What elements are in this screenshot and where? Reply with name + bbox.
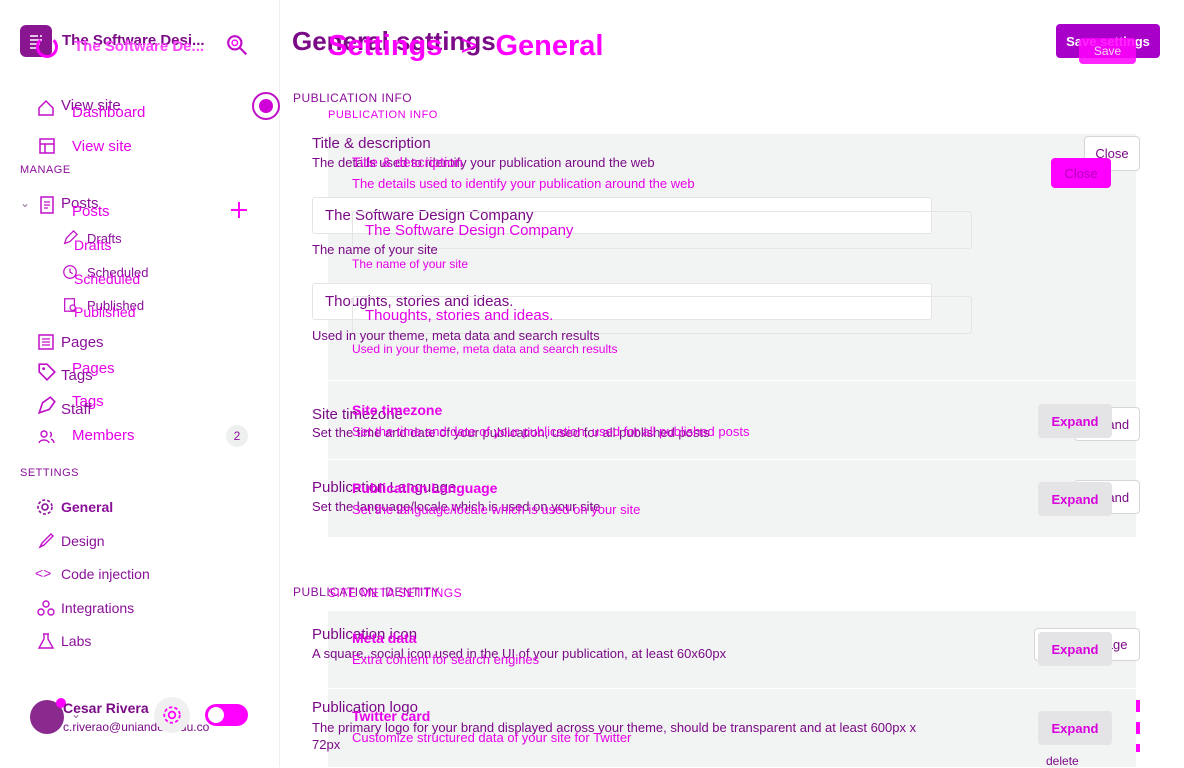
members-icon	[38, 428, 56, 446]
title-description-heading: Title & description	[312, 135, 431, 152]
general-link[interactable]: General	[61, 499, 113, 515]
code-icon: <>	[35, 565, 52, 581]
card-divider-2	[328, 459, 1136, 460]
ghost-ring-icon	[36, 36, 58, 58]
breadcrumb-parent[interactable]: Settings	[328, 30, 442, 62]
drafts-ghost-link[interactable]: Drafts	[74, 237, 111, 253]
title-description-subtitle-ghost: The details used to identify your public…	[352, 176, 695, 191]
labs-icon	[37, 632, 55, 650]
close-ghost-button[interactable]: Close	[1051, 158, 1111, 188]
twitter-expand-button[interactable]: Expand	[1038, 711, 1112, 745]
site-meta-settings-heading: SITE META SETTINGS	[328, 586, 463, 600]
language-heading-ghost: Publication Language	[352, 480, 498, 496]
language-subtitle-ghost: Set the language/locale which is used on…	[352, 502, 641, 517]
save-ghost-button[interactable]: Save	[1079, 38, 1136, 64]
title-description-heading-ghost: Title & description	[352, 154, 463, 170]
breadcrumb: Settings > General	[328, 30, 603, 63]
tags-link[interactable]: Tags	[61, 367, 93, 384]
view-site-ghost-icon	[252, 92, 280, 120]
scheduled-ghost-link[interactable]: Scheduled	[74, 271, 140, 287]
posts-icon	[38, 196, 56, 214]
labs-link[interactable]: Labs	[61, 633, 91, 649]
search-icon[interactable]	[226, 34, 248, 56]
meta-data-subtitle: Extra content for search engines	[352, 652, 540, 667]
chevron-down-icon[interactable]: ⌄	[20, 196, 30, 210]
layout-icon	[38, 137, 56, 155]
members-count-badge: 2	[226, 425, 248, 447]
plus-icon[interactable]	[229, 200, 249, 225]
site-title-input-ghost[interactable]: The Software Design Company	[352, 211, 972, 249]
integrations-link[interactable]: Integrations	[61, 600, 134, 616]
publication-info-heading: PUBLICATION INFO	[293, 91, 413, 105]
sidebar: The Software Desi... The Software De... …	[0, 0, 280, 767]
twitter-card-subtitle: Customize structured data of your site f…	[352, 730, 632, 745]
pages-icon	[37, 333, 55, 351]
posts-ghost-link[interactable]: Posts	[72, 203, 110, 220]
meta-data-expand-button[interactable]: Expand	[1038, 632, 1112, 666]
night-mode-toggle[interactable]	[205, 704, 248, 726]
design-link[interactable]: Design	[61, 533, 105, 549]
site-title-hint: The name of your site	[312, 242, 438, 257]
settings-heading: SETTINGS	[20, 467, 80, 479]
timezone-expand-ghost-button[interactable]: Expand	[1038, 404, 1112, 438]
site-name-ghost: The Software De...	[74, 38, 205, 55]
logo-preview-strip	[1136, 700, 1140, 752]
card-divider-1	[328, 380, 1136, 381]
breadcrumb-separator: >	[460, 30, 478, 62]
timezone-heading-ghost: Site timezone	[352, 402, 443, 418]
timezone-subtitle-ghost: Set the time and date of your publicatio…	[352, 424, 750, 439]
site-description-hint-ghost: Used in your theme, meta data and search…	[352, 342, 618, 356]
identity-divider	[328, 688, 1136, 689]
view-site-ghost-link[interactable]: View site	[72, 138, 132, 155]
integrations-icon	[37, 599, 55, 617]
pages-link[interactable]: Pages	[61, 334, 104, 351]
settings-gear-icon[interactable]	[154, 697, 190, 733]
tag-icon	[37, 362, 57, 382]
delete-logo-link[interactable]: delete	[1046, 754, 1079, 768]
members-link[interactable]: Members	[72, 427, 135, 444]
dashboard-link[interactable]: Dashboard	[72, 104, 145, 121]
home-icon	[37, 99, 55, 117]
code-injection-link[interactable]: Code injection	[61, 566, 150, 582]
site-description-hint: Used in your theme, meta data and search…	[312, 328, 600, 343]
staff-link[interactable]: Staff	[61, 401, 92, 418]
published-ghost-link[interactable]: Published	[74, 304, 136, 320]
manage-heading: MANAGE	[20, 164, 71, 176]
breadcrumb-current: General	[495, 30, 604, 62]
user-name: Cesar Rivera	[63, 700, 149, 716]
staff-icon	[37, 395, 57, 415]
meta-data-heading: Meta data	[352, 630, 417, 646]
publication-info-heading-ghost: PUBLICATION INFO	[328, 109, 438, 121]
language-expand-ghost-button[interactable]: Expand	[1038, 482, 1112, 516]
brush-icon	[37, 532, 55, 550]
twitter-card-heading: Twitter card	[352, 708, 431, 724]
site-title-hint-ghost: The name of your site	[352, 257, 469, 271]
gear-icon	[36, 498, 54, 516]
